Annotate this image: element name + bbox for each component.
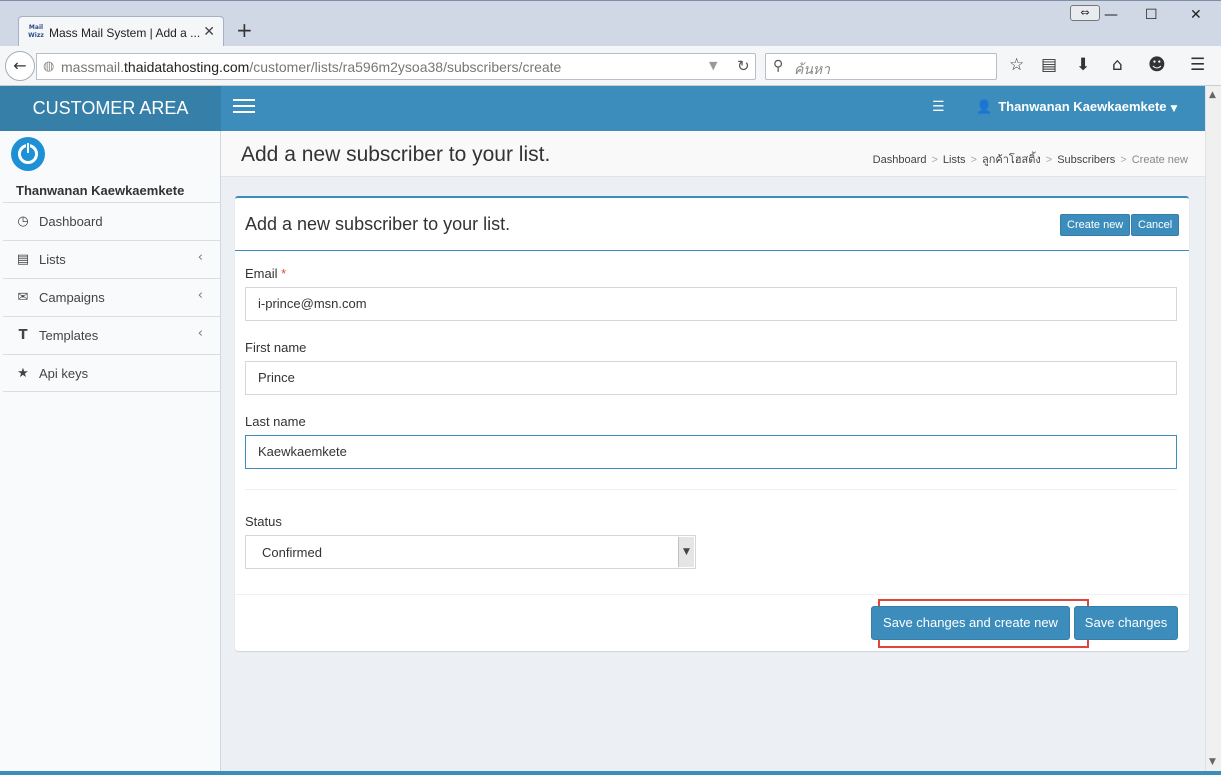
chevron-left-icon: ‹ [197, 288, 203, 303]
box-title: Add a new subscriber to your list. [245, 214, 511, 234]
last-name-field[interactable]: Kaewkaemkete [245, 435, 1177, 469]
breadcrumb-lists[interactable]: Lists [943, 154, 966, 166]
user-icon: 👤 [976, 100, 993, 115]
window-bottom-edge [0, 771, 1221, 775]
url-history-dropdown-icon[interactable]: ▼ [709, 59, 717, 72]
menu-icon[interactable]: ☰ [1190, 55, 1205, 75]
user-menu[interactable]: 👤 Thanwanan Kaewkaemkete ▼ [976, 99, 1177, 115]
maximize-icon[interactable]: ☐ [1145, 7, 1158, 23]
notifications-list-icon[interactable]: ☰ [932, 99, 945, 115]
browser-navbar: ← ◍ massmail.thaidatahosting.com/custome… [0, 46, 1221, 86]
dashboard-icon: ◷ [17, 214, 29, 229]
sidebar-item-api-keys[interactable]: ★ Api keys [3, 354, 221, 392]
sidebar: Thanwanan Kaewkaemkete ◷ Dashboard ▤ Lis… [0, 131, 221, 771]
url-text: massmail.thaidatahosting.com/customer/li… [61, 59, 562, 75]
cancel-button[interactable]: Cancel [1131, 214, 1180, 236]
minimize-icon[interactable]: — [1104, 7, 1118, 23]
url-bar[interactable]: ◍ massmail.thaidatahosting.com/customer/… [36, 53, 756, 80]
chevron-left-icon: ‹ [197, 326, 203, 341]
status-label: Status [245, 514, 282, 529]
subscriber-form-box: Add a new subscriber to your list. Creat… [235, 196, 1189, 651]
breadcrumb-list-name[interactable]: ลูกค้าโฮสติ้ง [982, 154, 1041, 166]
window-close-icon[interactable]: ✕ [1190, 7, 1202, 23]
scroll-up-icon[interactable]: ▲ [1209, 90, 1216, 100]
browser-titlebar: Mail Wizz Mass Mail System | Add a ... ✕… [0, 0, 1221, 49]
emoji-icon[interactable]: ☻ [1148, 55, 1166, 75]
new-tab-icon[interactable]: + [236, 20, 253, 40]
form-divider [245, 489, 1177, 490]
power-logo-icon [11, 137, 45, 171]
scroll-down-icon[interactable]: ▼ [1209, 757, 1216, 767]
sidebar-user-name: Thanwanan Kaewkaemkete [16, 183, 185, 198]
tab-close-icon[interactable]: ✕ [203, 24, 215, 40]
status-select[interactable]: Confirmed ▼ [245, 535, 696, 569]
box-footer: Save changes and create new Save changes [235, 594, 1189, 651]
bookmark-star-icon[interactable]: ☆ [1009, 55, 1024, 75]
reading-list-icon[interactable]: ▤ [1041, 55, 1057, 75]
first-name-field[interactable]: Prince [245, 361, 1177, 395]
page-title: Add a new subscriber to your list. [241, 143, 551, 166]
status-selected-value: Confirmed [262, 545, 322, 560]
save-and-create-new-button[interactable]: Save changes and create new [871, 606, 1070, 640]
chevron-down-icon[interactable]: ▼ [678, 537, 694, 567]
sidebar-item-label: Lists [39, 252, 66, 267]
text-icon: T [18, 328, 28, 343]
content-header: Add a new subscriber to your list. Dashb… [221, 131, 1205, 177]
page-scrollbar[interactable]: ▲ ▼ [1205, 86, 1221, 771]
sidebar-item-label: Api keys [39, 366, 89, 381]
create-new-button[interactable]: Create new [1060, 214, 1131, 236]
breadcrumb-dashboard[interactable]: Dashboard [873, 154, 927, 166]
chevron-left-icon: ‹ [197, 250, 203, 265]
sidebar-item-lists[interactable]: ▤ Lists ‹ [3, 240, 221, 278]
home-icon[interactable]: ⌂ [1112, 55, 1123, 75]
sidebar-item-dashboard[interactable]: ◷ Dashboard [3, 202, 221, 240]
breadcrumb-subscribers[interactable]: Subscribers [1057, 154, 1115, 166]
search-icon: ⚲ [773, 58, 784, 74]
sidebar-toggle-icon[interactable] [233, 99, 255, 117]
app-header: CUSTOMER AREA ☰ 👤 Thanwanan Kaewkaemkete ▼ [0, 86, 1205, 131]
browser-search-input[interactable]: ⚲ ค้นหา [765, 53, 997, 80]
email-label: Email * [245, 266, 287, 281]
mailwizz-favicon-icon: Mail Wizz [28, 24, 44, 39]
browser-tab[interactable]: Mail Wizz Mass Mail System | Add a ... ✕ [18, 16, 224, 49]
sidebar-item-campaigns[interactable]: ✉ Campaigns ‹ [3, 278, 221, 316]
back-arrow-icon[interactable]: ← [5, 51, 35, 81]
search-placeholder: ค้นหา [794, 61, 831, 77]
user-name: Thanwanan Kaewkaemkete [998, 99, 1167, 114]
sidebar-item-templates[interactable]: T Templates ‹ [3, 316, 221, 354]
breadcrumb: Dashboard > Lists > ลูกค้าโฮสติ้ง > Subscriber… [872, 154, 1188, 166]
star-icon: ★ [17, 366, 29, 381]
download-icon[interactable]: ⬇ [1076, 55, 1090, 75]
resize-icon[interactable]: ⇔ [1070, 5, 1100, 21]
sidebar-item-label: Dashboard [39, 214, 103, 229]
sidebar-menu: ◷ Dashboard ▤ Lists ‹ ✉ Campaigns ‹ T Te… [3, 202, 221, 392]
caret-down-icon: ▼ [1170, 104, 1178, 114]
reload-icon[interactable]: ↻ [737, 57, 750, 75]
save-changes-button[interactable]: Save changes [1074, 606, 1178, 640]
email-field[interactable]: i-prince@msn.com [245, 287, 1177, 321]
sidebar-item-label: Campaigns [39, 290, 105, 305]
globe-icon: ◍ [43, 59, 55, 74]
first-name-label: First name [245, 340, 307, 355]
required-mark: * [281, 266, 287, 281]
last-name-label: Last name [245, 414, 306, 429]
box-header: Add a new subscriber to your list. Creat… [235, 198, 1189, 251]
breadcrumb-create-new: Create new [1131, 154, 1188, 166]
brand-logo[interactable]: CUSTOMER AREA [0, 86, 221, 131]
sidebar-item-label: Templates [39, 328, 99, 343]
main-content: Add a new subscriber to your list. Dashb… [221, 131, 1205, 771]
envelope-icon: ✉ [17, 290, 29, 305]
tab-title: Mass Mail System | Add a ... [49, 26, 201, 40]
list-icon: ▤ [16, 252, 30, 267]
